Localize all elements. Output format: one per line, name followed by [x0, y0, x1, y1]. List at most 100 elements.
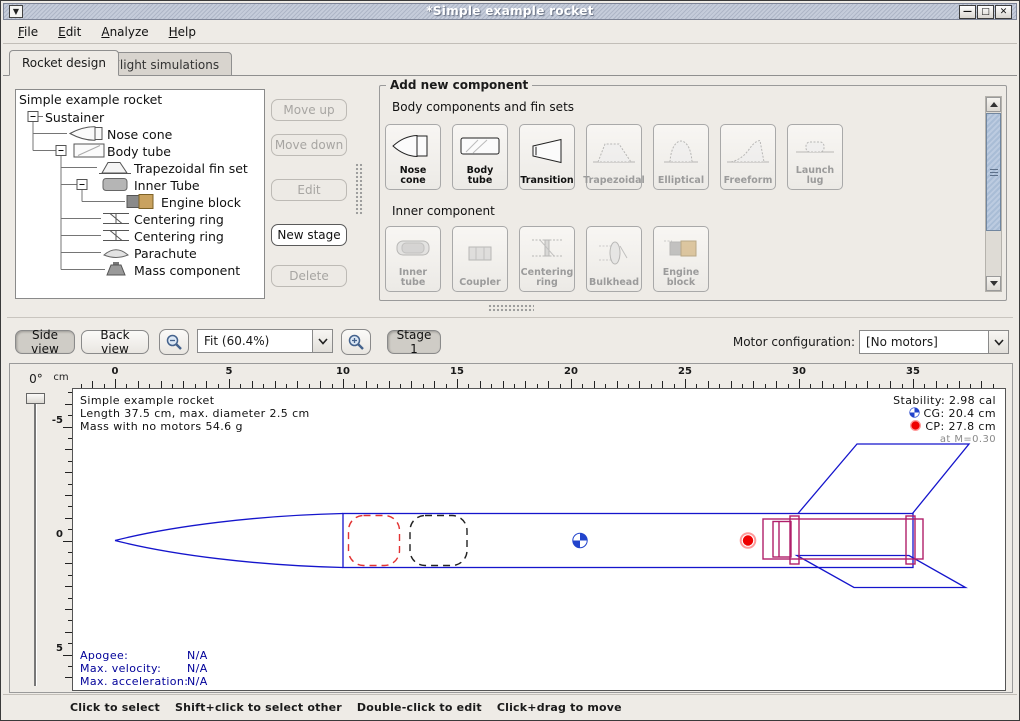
cp-icon [910, 420, 921, 431]
rotation-slider-handle[interactable] [26, 393, 45, 404]
add-new-component-group: Add new component Body components and fi… [379, 85, 1007, 301]
magnifier-plus-icon [347, 333, 365, 351]
apogee-value: N/A [187, 649, 208, 662]
component-panel-scrollbar[interactable] [985, 96, 1002, 292]
window-title: *Simple example rocket [4, 4, 1016, 19]
zoom-out-button[interactable] [159, 329, 189, 355]
add-centering-ring-button[interactable]: Centering ring [519, 226, 575, 292]
status-bar: Click to select Shift+click to select ot… [3, 694, 1017, 719]
engine-block-icon [658, 227, 704, 268]
parachute-icon [104, 250, 128, 258]
tree-item-engine-block[interactable]: Engine block [161, 195, 241, 210]
tree-item-parachute[interactable]: Parachute [134, 246, 197, 261]
add-trapezoidal-fin-button[interactable]: Trapezoidal [586, 124, 642, 190]
add-launch-lug-button[interactable]: Launch lug [787, 124, 843, 190]
rotation-slider-track[interactable] [34, 398, 37, 686]
add-nose-cone-button[interactable]: Nose cone [385, 124, 441, 190]
zoom-select[interactable]: Fit (60.4%) [197, 329, 333, 353]
mass-component-outline[interactable] [410, 516, 467, 566]
add-engine-block-button[interactable]: Engine block [653, 226, 709, 292]
tree-item-trapezoidal-fin-set[interactable]: Trapezoidal fin set [134, 161, 248, 176]
add-bulkhead-button[interactable]: Bulkhead [586, 226, 642, 292]
add-transition-button[interactable]: Transition [519, 124, 575, 190]
menu-bar: File Edit Analyze Help [3, 20, 1017, 44]
tab-flight-simulations[interactable]: Flight simulations [100, 52, 232, 76]
add-body-tube-button[interactable]: Body tube [452, 124, 508, 190]
elliptical-fin-icon [658, 125, 704, 176]
new-stage-button[interactable]: New stage [271, 224, 347, 246]
scroll-up-arrow[interactable] [986, 97, 1001, 112]
rocket-info-text: Simple example rocket Length 37.5 cm, ma… [80, 394, 310, 433]
stability-info: Stability: 2.98 cal CG: 20.4 cm CP: 27.8… [893, 394, 996, 446]
move-up-button[interactable]: Move up [271, 99, 347, 121]
stage-1-toggle[interactable]: Stage 1 [387, 330, 441, 354]
tree-item-body-tube[interactable]: Body tube [107, 144, 171, 159]
add-coupler-button[interactable]: Coupler [452, 226, 508, 292]
move-down-button[interactable]: Move down [271, 134, 347, 156]
chevron-down-icon [988, 331, 1008, 353]
tree-item-sustainer[interactable]: Sustainer [45, 110, 104, 125]
window-menu-icon[interactable]: ▼ [9, 5, 23, 18]
hint-shift-click: Shift+click to select other [175, 701, 342, 714]
expander-sustainer[interactable] [28, 112, 38, 122]
fin-top-outline[interactable] [798, 444, 969, 514]
engine-block-outline[interactable] [773, 522, 791, 558]
parachute-outline[interactable] [349, 516, 400, 566]
cp-value: CP: 27.8 cm [925, 420, 996, 433]
menu-help[interactable]: Help [160, 22, 205, 42]
add-inner-tube-button[interactable]: Inner tube [385, 226, 441, 292]
inner-tube-outline[interactable] [763, 519, 923, 559]
tree-item-inner-tube[interactable]: Inner Tube [134, 178, 200, 193]
ruler-unit-label: cm [50, 366, 72, 388]
menu-file[interactable]: File [9, 22, 47, 42]
tree-item-centering-ring-1[interactable]: Centering ring [134, 212, 224, 227]
hint-click-drag: Click+drag to move [497, 701, 622, 714]
edit-button[interactable]: Edit [271, 179, 347, 201]
mass-component-icon [107, 262, 125, 275]
cg-marker[interactable] [573, 533, 587, 547]
expander-body-tube[interactable] [56, 146, 66, 156]
tree-item-nose-cone[interactable]: Nose cone [107, 127, 172, 142]
add-freeform-fin-button[interactable]: Freeform [720, 124, 776, 190]
inner-component-label: Inner component [392, 204, 495, 218]
motor-configuration-select[interactable]: [No motors] [859, 330, 1009, 354]
horizontal-splitter-handle[interactable] [488, 304, 534, 313]
inner-tube-icon [103, 179, 127, 191]
chevron-down-icon [312, 330, 332, 352]
freeform-fin-icon [725, 125, 771, 176]
menu-edit[interactable]: Edit [49, 22, 90, 42]
max-acceleration-value: N/A [187, 675, 208, 688]
side-view-toggle[interactable]: Side view [15, 330, 75, 354]
tree-item-rocket[interactable]: Simple example rocket [19, 92, 162, 107]
tab-row: Rocket design Flight simulations [3, 45, 1017, 76]
maximize-button[interactable]: □ [977, 5, 994, 19]
rocket-figure [73, 389, 1005, 690]
close-button[interactable]: ✕ [995, 5, 1012, 19]
nose-cone-icon [70, 127, 102, 140]
body-tube-icon [74, 144, 104, 157]
tree-item-centering-ring-2[interactable]: Centering ring [134, 229, 224, 244]
trapezoidal-fin-icon [99, 163, 131, 174]
vertical-splitter-handle[interactable] [355, 163, 364, 215]
cp-marker[interactable] [741, 533, 756, 548]
back-view-toggle[interactable]: Back view [81, 330, 149, 354]
menu-analyze[interactable]: Analyze [92, 22, 157, 42]
add-elliptical-fin-button[interactable]: Elliptical [653, 124, 709, 190]
zoom-in-button[interactable] [341, 329, 371, 355]
minimize-button[interactable]: — [959, 5, 976, 19]
tree-item-mass-component[interactable]: Mass component [134, 263, 240, 278]
nose-cone-icon [390, 125, 436, 166]
transition-icon [524, 125, 570, 176]
tab-rocket-design[interactable]: Rocket design [9, 50, 119, 76]
scroll-thumb[interactable] [986, 113, 1001, 231]
engine-block-icon [127, 195, 153, 209]
trapezoidal-fin-icon [591, 125, 637, 176]
fin-bottom-outline[interactable] [797, 556, 966, 588]
delete-button[interactable]: Delete [271, 265, 347, 287]
scroll-down-arrow[interactable] [986, 276, 1001, 291]
cg-value: CG: 20.4 cm [923, 407, 996, 420]
expander-inner-tube[interactable] [77, 180, 87, 190]
nose-cone-outline[interactable] [115, 514, 343, 541]
magnifier-minus-icon [165, 333, 183, 351]
centering-ring-icon [103, 214, 129, 241]
